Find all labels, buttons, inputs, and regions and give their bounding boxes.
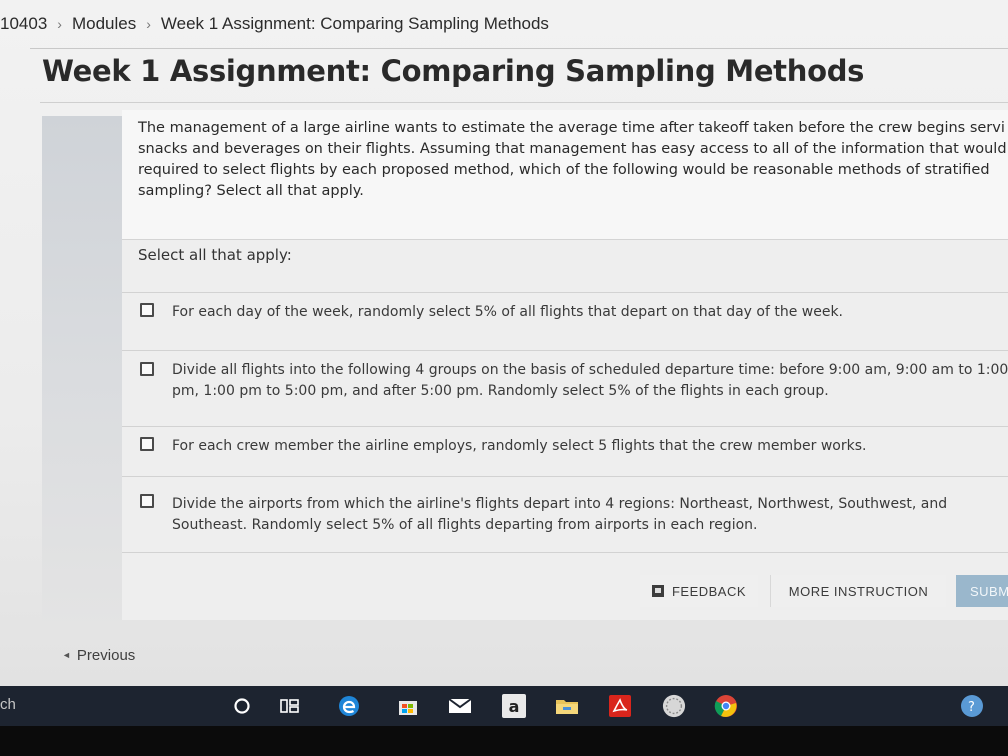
- screen-bezel: [0, 726, 1008, 756]
- feedback-icon: [651, 585, 664, 597]
- taskbar-search[interactable]: ch: [0, 696, 16, 713]
- app-icon[interactable]: [662, 694, 686, 718]
- divider: [30, 48, 1008, 49]
- more-instruction-button[interactable]: MORE INSTRUCTION: [770, 575, 946, 607]
- answer-option-1[interactable]: For each day of the week, randomly selec…: [122, 292, 1008, 350]
- answer-option-label: Divide all flights into the following 4 …: [172, 362, 1008, 399]
- mail-icon[interactable]: [448, 694, 472, 718]
- cortana-icon[interactable]: [230, 694, 254, 718]
- submit-label: SUBM: [970, 583, 1008, 599]
- checkbox[interactable]: [140, 362, 154, 376]
- store-icon[interactable]: [396, 694, 420, 718]
- divider: [122, 552, 1008, 553]
- select-instruction: Select all that apply:: [138, 246, 292, 264]
- question-sidebar: [42, 116, 122, 636]
- file-explorer-icon[interactable]: [555, 694, 579, 718]
- answer-option-3[interactable]: For each crew member the airline employs…: [122, 426, 1008, 476]
- answer-option-label: For each crew member the airline employs…: [172, 438, 867, 454]
- help-icon[interactable]: ?: [960, 694, 984, 718]
- answer-option-2[interactable]: Divide all flights into the following 4 …: [122, 350, 1008, 426]
- checkbox[interactable]: [140, 303, 154, 317]
- submit-button[interactable]: SUBM: [956, 575, 1008, 607]
- previous-button[interactable]: ◄ Previous: [42, 636, 142, 674]
- task-view-icon[interactable]: [278, 694, 302, 718]
- edge-icon[interactable]: [337, 694, 361, 718]
- question-text: The management of a large airline wants …: [138, 120, 1007, 199]
- breadcrumb-separator-icon: ›: [57, 16, 62, 32]
- breadcrumb-current: Week 1 Assignment: Comparing Sampling Me…: [160, 14, 549, 33]
- breadcrumb-course[interactable]: 10403: [0, 14, 47, 34]
- svg-text:?: ?: [968, 700, 975, 715]
- amazon-icon[interactable]: a: [502, 694, 526, 718]
- breadcrumb: 10403 › Modules › Week 1 Assignment: Com…: [0, 6, 1008, 42]
- feedback-button[interactable]: FEEDBACK: [640, 575, 758, 607]
- answer-area: Select all that apply: For each day of t…: [122, 240, 1008, 620]
- taskbar: ch a ?: [0, 686, 1008, 726]
- breadcrumb-modules[interactable]: Modules: [72, 14, 136, 34]
- chrome-icon[interactable]: [714, 694, 738, 718]
- more-instruction-label: MORE INSTRUCTION: [788, 583, 929, 599]
- answer-option-4[interactable]: Divide the airports from which the airli…: [122, 476, 1008, 552]
- question-stem: The management of a large airline wants …: [122, 110, 1008, 240]
- page-title: Week 1 Assignment: Comparing Sampling Me…: [42, 54, 865, 88]
- canvas-page: 10403 › Modules › Week 1 Assignment: Com…: [0, 0, 1008, 686]
- checkbox[interactable]: [140, 437, 154, 451]
- previous-label: Previous: [76, 646, 136, 664]
- feedback-label: FEEDBACK: [671, 583, 747, 599]
- acrobat-icon[interactable]: [608, 694, 632, 718]
- chevron-left-icon: ◄: [62, 650, 71, 660]
- checkbox[interactable]: [140, 494, 154, 508]
- answer-option-label: For each day of the week, randomly selec…: [172, 304, 843, 320]
- divider: [40, 102, 1008, 103]
- breadcrumb-separator-icon: ›: [146, 16, 151, 32]
- answer-option-label: Divide the airports from which the airli…: [172, 496, 948, 533]
